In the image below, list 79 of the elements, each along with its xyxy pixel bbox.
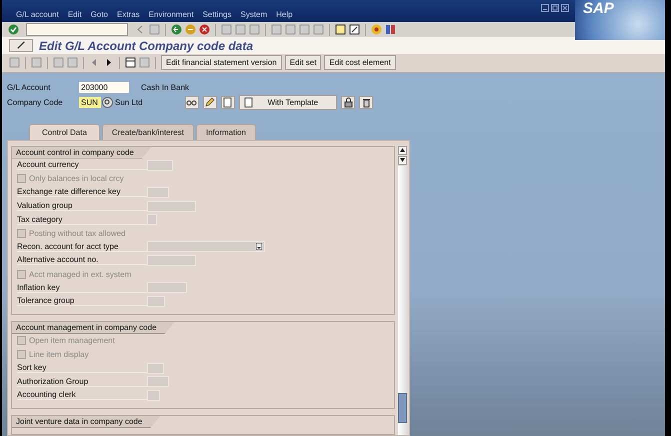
field-label: Alternative account no. [17,255,147,266]
input-field[interactable]: 203000 [79,82,129,92]
input-field[interactable] [147,282,187,294]
command-field[interactable] [26,23,128,36]
menu-item[interactable]: Goto [90,10,108,19]
menu-item[interactable]: Extras [116,10,140,19]
toolbar-button[interactable]: Edit cost element [324,55,396,70]
pencil-icon [16,41,26,50]
checkbox-label: Posting without tax allowed [29,228,126,238]
exit-icon[interactable] [185,24,196,36]
field-description: Sun Ltd [115,98,143,106]
scrollbar-thumb[interactable] [398,393,407,423]
field-label: Tolerance group [17,296,147,306]
menu-item[interactable]: G/L account [16,10,59,19]
field-label: Tax category [17,214,147,225]
maximize-icon[interactable] [551,4,559,12]
field-label: Company Code [7,98,64,106]
checkbox-label: Only balances in local crcy [29,174,124,184]
checkbox-label: Line item display [29,350,89,359]
delete-button[interactable] [359,96,374,108]
group-title: Joint venture data in company code [12,416,160,428]
field-label: Inflation key [17,282,147,293]
field-label: Exchange rate difference key [17,187,147,198]
input-field[interactable] [147,296,165,307]
field-label: Sort key [17,363,147,374]
close-icon[interactable] [561,4,569,12]
check-icon[interactable] [8,24,19,36]
field-label: Valuation group [17,201,147,212]
layout-icon[interactable] [385,24,396,36]
create-button[interactable] [220,96,235,108]
field-description: Cash In Bank [141,82,190,92]
input-field[interactable] [147,376,169,388]
pencil-button[interactable] [202,96,217,108]
input-field[interactable] [147,200,196,212]
dropdown-arrow-icon [256,243,262,250]
scrollbar[interactable] [398,146,407,435]
input-field[interactable] [147,362,164,374]
toolbar-button[interactable]: Edit financial statement version [161,55,282,70]
menu-item[interactable]: Settings [202,10,232,19]
up-arrow-icon[interactable] [400,148,405,152]
display-change-button[interactable] [9,39,33,52]
input-field[interactable] [147,214,157,226]
field-label: Recon. account for acct type [17,242,147,252]
checkbox-label: Open item management [29,336,115,346]
screen-title: Edit G/L Account Company code data [39,38,254,53]
field-label: Accounting clerk [17,390,147,400]
menu-item[interactable]: System [240,10,268,19]
field-label: Account currency [17,160,147,170]
menu-item[interactable]: Environment [148,10,194,19]
minimize-icon[interactable] [541,4,549,12]
back-icon[interactable] [171,24,182,36]
tab[interactable]: Information [196,124,256,140]
checkbox-label: Acct managed in ext. system [29,270,132,279]
lock-button[interactable] [341,96,356,108]
group-title: Account management in company code [12,322,175,334]
pencil-icon [204,96,216,108]
menu-item[interactable]: Help [276,10,293,19]
field-label: Authorization Group [17,376,147,387]
tab[interactable]: Create/bank/interest [102,124,194,140]
menu-item[interactable]: Edit [68,10,82,19]
input-field[interactable] [147,254,196,266]
group-title: Account control in company code [12,146,152,158]
glasses-button[interactable] [184,96,199,108]
down-arrow-icon[interactable] [400,158,405,162]
input-field[interactable] [147,186,169,198]
cancel-icon[interactable] [199,24,210,36]
dropdown-field[interactable] [147,241,265,252]
input-field[interactable] [147,390,160,401]
lock-icon [342,96,354,108]
table-icon[interactable] [125,57,136,68]
logo: SAP [575,0,665,40]
input-field[interactable] [147,160,173,171]
input-field[interactable]: SUN [79,96,101,108]
toolbar-button[interactable]: Edit set [284,55,322,70]
field-label: G/L Account [7,82,52,92]
trash-icon [360,96,372,108]
template-button[interactable]: With Template [238,94,338,110]
search-help-icon[interactable] [102,96,113,108]
tab[interactable]: Control Data [29,124,100,140]
